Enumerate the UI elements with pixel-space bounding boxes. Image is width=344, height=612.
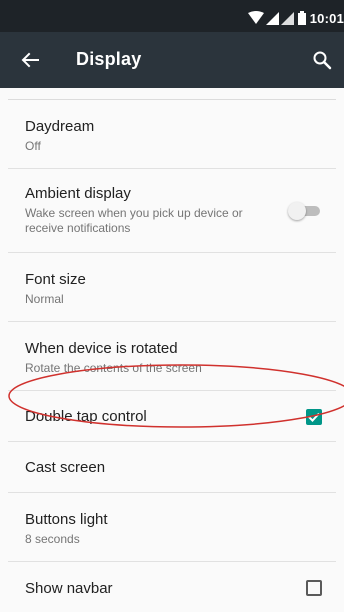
setting-subtitle: Off	[25, 139, 41, 153]
wifi-icon	[247, 11, 264, 25]
setting-subtitle: receive notifications	[25, 221, 131, 235]
signal-icon	[265, 11, 279, 25]
setting-double-tap-control[interactable]: Double tap control	[8, 391, 336, 442]
setting-title: Daydream	[25, 118, 95, 135]
status-bar: 10:01	[0, 0, 344, 32]
app-bar: Display	[0, 32, 344, 88]
setting-cast-screen[interactable]: Cast screen	[8, 442, 336, 493]
setting-show-navbar[interactable]: Show navbar	[8, 562, 336, 612]
setting-subtitle: 8 seconds	[25, 532, 80, 546]
setting-subtitle: Normal	[25, 292, 64, 306]
setting-title: Buttons light	[25, 511, 108, 528]
search-icon[interactable]	[310, 48, 334, 72]
setting-subtitle: Rotate the contents of the screen	[25, 361, 202, 375]
setting-daydream[interactable]: Daydream Off	[8, 100, 336, 169]
setting-title: Cast screen	[25, 459, 106, 476]
back-arrow-icon[interactable]	[18, 48, 42, 72]
ambient-display-toggle[interactable]	[288, 202, 322, 220]
signal-outline-icon	[280, 11, 294, 25]
setting-title: Ambient display	[25, 185, 131, 202]
setting-title: Double tap control	[25, 408, 147, 425]
battery-icon	[297, 11, 306, 25]
setting-font-size[interactable]: Font size Normal	[8, 253, 336, 322]
setting-buttons-light[interactable]: Buttons light 8 seconds	[8, 493, 336, 562]
show-navbar-checkbox[interactable]	[306, 580, 322, 596]
setting-title: Font size	[25, 271, 86, 288]
setting-device-rotated[interactable]: When device is rotated Rotate the conten…	[8, 322, 336, 391]
status-clock: 10:01	[309, 10, 344, 26]
page-title: Display	[76, 49, 142, 69]
toggle-thumb	[288, 202, 306, 220]
setting-title: Show navbar	[25, 580, 113, 597]
setting-subtitle: Wake screen when you pick up device or	[25, 206, 243, 220]
double-tap-checkbox[interactable]	[306, 409, 322, 425]
status-icons: 10:01	[247, 9, 344, 27]
checkmark-icon	[308, 412, 320, 422]
setting-ambient-display[interactable]: Ambient display Wake screen when you pic…	[8, 169, 336, 253]
setting-title: When device is rotated	[25, 340, 178, 357]
